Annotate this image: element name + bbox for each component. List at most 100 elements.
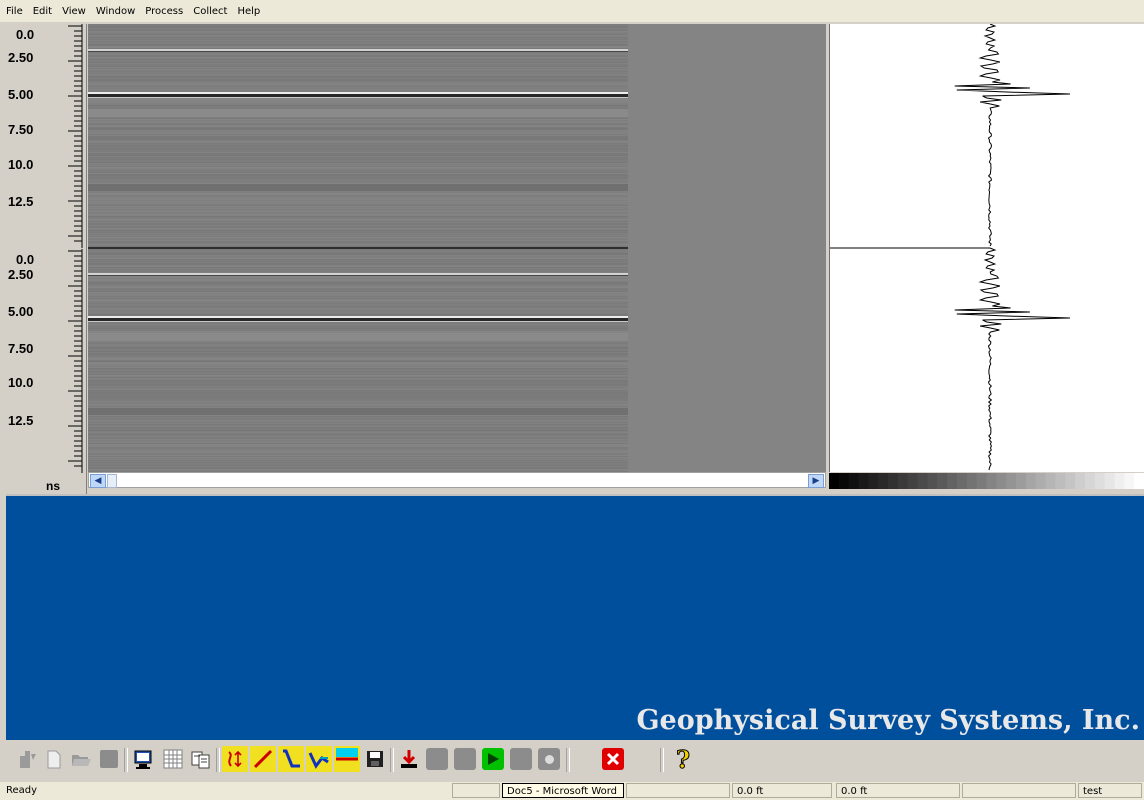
ruler-lower: 0.0 2.50 5.00 7.50 10.0 12.5 <box>6 249 86 473</box>
radargram-scanline <box>88 386 628 387</box>
radargram-scanline <box>88 271 628 272</box>
radargram-scanline <box>88 297 628 298</box>
radargram-scanline <box>88 465 628 466</box>
disabled-button[interactable] <box>508 746 534 772</box>
radargram-scanline <box>88 328 628 329</box>
radargram-scanline <box>88 119 628 120</box>
tick-label: 2.50 <box>8 267 34 282</box>
menu-edit[interactable]: Edit <box>28 6 57 17</box>
radargram-scanline <box>88 401 628 402</box>
radargram-scanline <box>88 291 628 292</box>
filter-gain-icon[interactable] <box>306 746 332 772</box>
horizontal-line-icon[interactable] <box>334 746 360 772</box>
radargram-scanline <box>88 334 628 335</box>
menu-window[interactable]: Window <box>91 6 140 17</box>
radargram-scanline <box>88 457 628 458</box>
radargram-scanline <box>88 339 628 340</box>
play-icon[interactable] <box>480 746 506 772</box>
menu-help[interactable]: Help <box>232 6 265 17</box>
radargram-scanline <box>88 274 628 275</box>
radargram-scanline <box>88 80 628 81</box>
radargram-scanline <box>88 26 628 27</box>
scroll-right-icon[interactable]: ▶ <box>808 474 824 488</box>
range-gain-icon[interactable] <box>278 746 304 772</box>
menu-file[interactable]: File <box>0 6 28 17</box>
disabled-button[interactable] <box>424 746 450 772</box>
disabled-button[interactable] <box>452 746 478 772</box>
trace-panel[interactable] <box>829 23 1144 472</box>
radargram-scanline <box>88 28 628 29</box>
radargram-scanline <box>88 272 628 273</box>
radargram-scanline <box>88 46 628 47</box>
radargram-scanline <box>88 218 628 219</box>
radargram-scanline <box>88 51 628 52</box>
grayscale-step <box>1065 473 1077 489</box>
menu-process[interactable]: Process <box>140 6 188 17</box>
radargram-scanline <box>88 383 628 384</box>
radargram-scanline <box>88 333 628 334</box>
radargram-scanline <box>88 302 628 303</box>
open-folder-icon[interactable] <box>68 746 94 772</box>
radargram-scanline <box>88 292 628 293</box>
radargram-scanline <box>88 467 628 468</box>
copy-icon[interactable] <box>188 746 214 772</box>
stop-icon[interactable] <box>600 746 626 772</box>
help-icon[interactable]: ? <box>670 744 696 774</box>
radargram-scanline <box>88 33 628 34</box>
radargram-scanline <box>88 154 628 155</box>
radargram-scanline <box>88 88 628 89</box>
radargram-panel[interactable] <box>88 24 826 472</box>
radargram-scanline <box>88 368 628 369</box>
radargram-scanline <box>88 281 628 282</box>
radargram-scanline <box>88 341 628 342</box>
grayscale-step <box>868 473 880 489</box>
disabled-button[interactable] <box>96 746 122 772</box>
monitor-icon[interactable] <box>130 746 156 772</box>
grayscale-step <box>1045 473 1057 489</box>
radargram-scanline <box>88 79 628 80</box>
grayscale-step <box>878 473 890 489</box>
scroll-thumb[interactable] <box>107 474 117 488</box>
radargram-scanline <box>88 394 628 395</box>
radargram-scanline <box>88 101 628 102</box>
radargram-scanline <box>88 92 628 93</box>
radargram-scanline <box>88 444 628 445</box>
linear-gain-icon[interactable] <box>250 746 276 772</box>
radargram-scanline <box>88 312 628 313</box>
radargram-scanline <box>88 143 628 144</box>
radargram-scanline <box>88 211 628 212</box>
radargram-scanline <box>88 230 628 231</box>
horizontal-scrollbar[interactable]: ◀ ▶ <box>88 472 826 488</box>
grid-icon[interactable] <box>160 746 186 772</box>
save-icon[interactable] <box>362 746 388 772</box>
menu-collect[interactable]: Collect <box>188 6 232 17</box>
radargram-scanline <box>88 430 628 431</box>
radargram-scanline <box>88 296 628 297</box>
radargram-scanline <box>88 304 628 305</box>
new-file-icon[interactable] <box>14 746 40 772</box>
record-icon[interactable] <box>536 746 562 772</box>
radargram-image[interactable] <box>88 24 628 472</box>
radargram-scanline <box>88 207 628 208</box>
radargram-scanline <box>88 454 628 455</box>
radargram-scanline <box>88 61 628 62</box>
position-marker-icon[interactable] <box>222 746 248 772</box>
menu-view[interactable]: View <box>57 6 91 17</box>
new-document-icon[interactable] <box>40 746 66 772</box>
radargram-scanline <box>88 99 628 100</box>
radargram-scanline <box>88 377 628 378</box>
radargram-scanline <box>88 63 628 64</box>
radargram-scanline <box>88 77 628 78</box>
radargram-scanline <box>88 158 628 159</box>
grayscale-step <box>897 473 909 489</box>
radargram-scanline <box>88 416 628 417</box>
radargram-scanline <box>88 345 628 346</box>
radargram-scanline <box>88 121 628 122</box>
radargram-scanline <box>88 169 628 170</box>
radargram-scanline <box>88 344 628 345</box>
radargram-scanline <box>88 29 628 30</box>
radargram-scanline <box>88 431 628 432</box>
scroll-left-icon[interactable]: ◀ <box>90 474 106 488</box>
download-icon[interactable] <box>396 746 422 772</box>
radargram-scanline <box>88 317 628 318</box>
